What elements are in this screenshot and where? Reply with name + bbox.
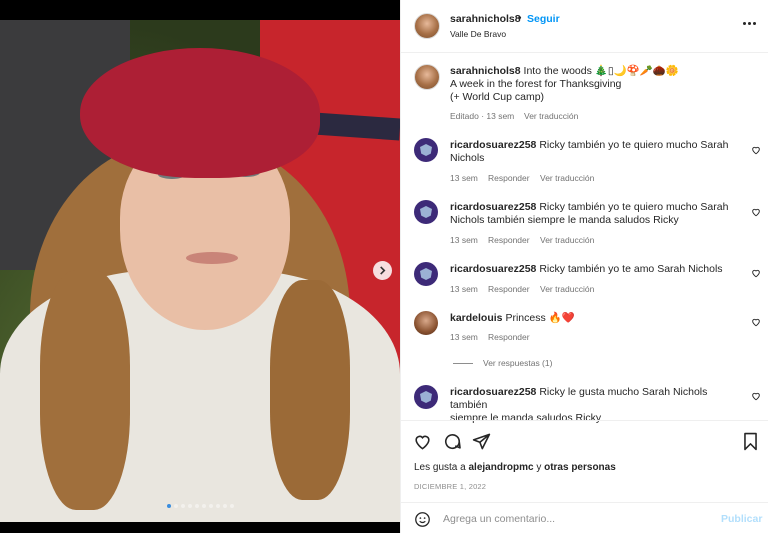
- comment-username[interactable]: ricardosuarez258: [450, 201, 536, 213]
- comment-line-2: Nichols también siempre le manda saludos…: [450, 214, 679, 226]
- comment-text: ricardosuarez258 Ricky también yo te qui…: [450, 139, 740, 165]
- caption-line-3: (+ World Cup camp): [450, 91, 545, 103]
- caption-edited: Editado · 13 sem: [450, 111, 515, 121]
- comment-text: ricardosuarez258 Ricky también yo te amo…: [450, 263, 740, 276]
- likes-others-link[interactable]: otras personas: [544, 462, 616, 473]
- comment-username[interactable]: kardelouis: [450, 312, 503, 324]
- likes-summary: Les gusta a alejandropmc y otras persona…: [414, 462, 616, 473]
- likes-prefix: Les gusta a: [414, 462, 466, 473]
- comment-line-2: Nichols: [450, 152, 485, 164]
- pagination-dot: [173, 504, 178, 508]
- reply-button[interactable]: Responder: [488, 332, 530, 342]
- post-header: sarahnichols8 • Seguir Valle De Bravo: [401, 0, 768, 53]
- likes-user[interactable]: alejandropmc: [469, 462, 534, 473]
- photo-lips: [186, 252, 238, 264]
- pagination-dot: [208, 504, 213, 508]
- post-photo: [0, 20, 400, 522]
- comment-avatar[interactable]: [414, 311, 438, 335]
- view-replies-label: Ver respuestas (1): [483, 358, 553, 368]
- owner-avatar[interactable]: [414, 13, 440, 39]
- comment-username[interactable]: ricardosuarez258: [450, 386, 536, 398]
- comment-username[interactable]: ricardosuarez258: [450, 139, 536, 151]
- pagination-dot: [187, 504, 192, 508]
- caption-line-2: A week in the forest for Thanksgiving: [450, 78, 622, 90]
- post-actions: Les gusta a alejandropmc y otras persona…: [401, 420, 768, 501]
- comment-text: ricardosuarez258 Ricky también yo te qui…: [450, 201, 740, 227]
- comment-age: 13 sem: [450, 332, 478, 342]
- add-comment-bar: Agrega un comentario... Publicar: [401, 502, 768, 534]
- post-media: [0, 0, 400, 533]
- heart-icon[interactable]: [751, 207, 761, 217]
- like-heart-icon[interactable]: [413, 432, 432, 451]
- comment-line-1: Ricky también yo te quiero mucho Sarah: [539, 139, 729, 151]
- more-icon: [743, 22, 746, 25]
- add-comment-input[interactable]: Agrega un comentario...: [443, 513, 555, 525]
- comment-username[interactable]: ricardosuarez258: [450, 263, 536, 275]
- translate-link[interactable]: Ver traducción: [540, 284, 594, 294]
- photo-hair-front: [40, 270, 130, 510]
- pagination-dot: [166, 504, 171, 508]
- pagination-dot: [222, 504, 227, 508]
- follow-button[interactable]: Seguir: [527, 13, 560, 25]
- bookmark-icon[interactable]: [742, 432, 759, 451]
- caption-translate-link[interactable]: Ver traducción: [524, 111, 578, 121]
- heart-icon[interactable]: [751, 317, 761, 327]
- likes-and: y: [536, 462, 542, 473]
- comment-avatar[interactable]: [414, 138, 438, 162]
- more-options-button[interactable]: [743, 22, 756, 25]
- heart-icon[interactable]: [751, 145, 761, 155]
- replies-line: [453, 363, 473, 365]
- reply-button[interactable]: Responder: [488, 284, 530, 294]
- comment-age: 13 sem: [450, 173, 478, 183]
- translate-link[interactable]: Ver traducción: [540, 173, 594, 183]
- location-link[interactable]: Valle De Bravo: [450, 29, 506, 39]
- comment-avatar[interactable]: [414, 262, 438, 286]
- header-separator: •: [518, 13, 522, 24]
- instagram-post-window: sarahnichols8 • Seguir Valle De Bravo sa…: [0, 0, 768, 533]
- comment-icon[interactable]: [443, 432, 462, 451]
- heart-icon[interactable]: [751, 391, 761, 401]
- caption: sarahnichols8 Into the woods 🎄▯🌙🍄🥕🌰🌼 A w…: [450, 65, 750, 104]
- view-replies-button[interactable]: Ver respuestas (1): [453, 358, 552, 368]
- pagination-dot: [180, 504, 185, 508]
- caption-username[interactable]: sarahnichols8: [450, 65, 521, 77]
- post-side-panel: sarahnichols8 • Seguir Valle De Bravo sa…: [400, 0, 768, 533]
- share-icon[interactable]: [472, 432, 491, 451]
- post-date: DICIEMBRE 1, 2022: [414, 482, 487, 491]
- comment-line-1: Princess 🔥❤️: [505, 312, 575, 324]
- pagination-dot: [229, 504, 234, 508]
- reply-button[interactable]: Responder: [488, 235, 530, 245]
- comment-age: 13 sem: [450, 284, 478, 294]
- comment-age: 13 sem: [450, 235, 478, 245]
- caption-line-1: Into the woods 🎄▯🌙🍄🥕🌰🌼: [523, 65, 679, 77]
- reply-button[interactable]: Responder: [488, 173, 530, 183]
- pagination-dot: [194, 504, 199, 508]
- comment-avatar[interactable]: [414, 200, 438, 224]
- heart-icon[interactable]: [751, 268, 761, 278]
- translate-link[interactable]: Ver traducción: [540, 235, 594, 245]
- comment-line-1: Ricky también yo te amo Sarah Nichols: [539, 263, 723, 275]
- comment-line-1: Ricky también yo te quiero mucho Sarah: [539, 201, 729, 213]
- caption-avatar[interactable]: [414, 64, 440, 90]
- media-pagination-dots: [0, 504, 400, 508]
- next-media-button[interactable]: [373, 261, 392, 280]
- publish-button[interactable]: Publicar: [721, 513, 762, 525]
- comment-text: kardelouis Princess 🔥❤️: [450, 312, 740, 325]
- photo-hair-front-right: [270, 280, 350, 500]
- chevron-right-icon: [380, 266, 386, 275]
- pagination-dot: [215, 504, 220, 508]
- owner-username[interactable]: sarahnichols8: [450, 13, 521, 25]
- emoji-icon[interactable]: [414, 511, 431, 528]
- photo-beret: [80, 48, 320, 178]
- pagination-dot: [201, 504, 206, 508]
- comment-avatar[interactable]: [414, 385, 438, 409]
